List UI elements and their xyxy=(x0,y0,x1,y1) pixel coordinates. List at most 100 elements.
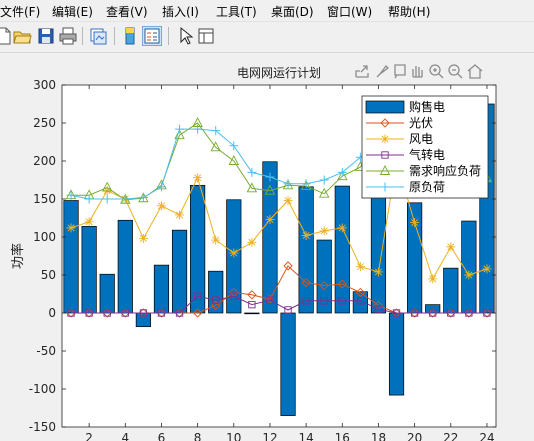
series-2-point-20 xyxy=(410,218,420,228)
data-tips-icon[interactable] xyxy=(394,64,406,79)
bar-17 xyxy=(352,291,368,314)
zoom-out-icon[interactable] xyxy=(448,64,463,79)
series-2-point-17 xyxy=(355,262,365,272)
bar-18 xyxy=(370,191,387,314)
series-2-point-22 xyxy=(446,242,456,252)
series-2-point-8 xyxy=(193,173,203,183)
bar-8 xyxy=(190,184,206,314)
pointer-icon[interactable] xyxy=(176,26,196,46)
y-tick-label: 200 xyxy=(33,154,56,168)
chart: -150-100-500501001502002503002 4 6 8 10 12 14 1… xyxy=(10,64,497,441)
x-tick-label: 24 xyxy=(479,431,494,441)
y-tick-label: 150 xyxy=(33,192,56,206)
bar-1 xyxy=(63,200,79,314)
series-2-point-2 xyxy=(84,217,94,227)
series-2-point-21 xyxy=(428,274,438,284)
y-tick-label: 300 xyxy=(33,78,56,92)
figure-toolbar xyxy=(0,22,534,53)
property-editor-icon[interactable] xyxy=(196,26,216,46)
series-2-point-13 xyxy=(283,196,293,206)
menu-insert[interactable]: 插入(I) xyxy=(162,3,199,20)
menu-tools[interactable]: 工具(T) xyxy=(216,3,257,20)
x-tick-label: 12 xyxy=(262,431,277,441)
series-2-point-15 xyxy=(319,226,329,236)
bar-13 xyxy=(280,312,296,416)
x-tick-label: 14 xyxy=(298,431,313,441)
export-icon[interactable] xyxy=(355,65,369,78)
series-2-point-9 xyxy=(211,235,221,245)
legend: 购售电光伏风电气转电需求响应负荷原负荷 xyxy=(361,95,489,199)
x-tick-label: 8 xyxy=(194,431,202,441)
bar-19 xyxy=(388,312,405,396)
bar-14 xyxy=(298,186,314,314)
legend-label: 需求响应负荷 xyxy=(409,163,481,178)
x-tick-label: 20 xyxy=(407,431,422,441)
brush-icon[interactable] xyxy=(376,65,389,78)
y-tick-label: 0 xyxy=(48,306,56,320)
open-folder-icon[interactable] xyxy=(12,26,32,46)
save-icon[interactable] xyxy=(36,26,56,46)
x-tick-label: 4 xyxy=(121,431,129,441)
legend-label: 购售电 xyxy=(409,99,445,114)
pan-hand-icon[interactable] xyxy=(412,66,423,78)
series-2-point-11 xyxy=(247,237,257,247)
menu-desktop[interactable]: 桌面(D) xyxy=(271,3,314,20)
print-icon[interactable] xyxy=(58,26,78,46)
series-2-point-7 xyxy=(175,210,185,220)
x-tick-label: 6 xyxy=(158,431,166,441)
bar-6 xyxy=(153,264,170,314)
bar-9 xyxy=(208,270,224,314)
y-tick-label: -150 xyxy=(29,420,56,434)
bar-3 xyxy=(99,273,115,314)
menu-help[interactable]: 帮助(H) xyxy=(388,3,430,20)
series-2-point-10 xyxy=(229,248,239,258)
bar-16 xyxy=(334,185,350,314)
series-2-point-16 xyxy=(337,223,347,233)
menu-view[interactable]: 查看(V) xyxy=(106,3,148,20)
series-2-point-14 xyxy=(301,230,311,240)
series-2-point-12 xyxy=(265,215,275,225)
legend-label: 原负荷 xyxy=(409,180,445,194)
bar-2 xyxy=(81,226,97,314)
bar-11 xyxy=(244,312,260,315)
series-2-point-5 xyxy=(138,234,148,244)
legend-label: 风电 xyxy=(409,132,433,146)
home-icon[interactable] xyxy=(467,64,483,79)
y-axis-label: 功率 xyxy=(10,243,26,269)
figure-canvas: -150 -100 -50 0 50 100 150 200 250 300 2 4 6 8 10 12 14 1… xyxy=(0,53,534,441)
y-tick-label: 50 xyxy=(41,268,56,282)
series-2-point-6 xyxy=(156,201,166,211)
chart-title: 电网网运行计划 xyxy=(237,66,321,80)
y-tick-label: -100 xyxy=(29,382,56,396)
menu-bar: 文件(F) 编辑(E) 查看(V) 插入(I) 工具(T) 桌面(D) 窗口(W… xyxy=(0,0,534,22)
colorbar-icon[interactable] xyxy=(120,26,140,46)
bar-22 xyxy=(443,267,459,314)
y-tick-label: 100 xyxy=(33,230,56,244)
x-tick-label: 22 xyxy=(443,431,458,441)
copy-figure-icon[interactable] xyxy=(88,26,108,46)
legend-label: 气转电 xyxy=(409,147,445,162)
axes-toolbar xyxy=(355,64,483,79)
menu-edit[interactable]: 编辑(E) xyxy=(52,3,93,20)
x-tick-label: 10 xyxy=(226,431,241,441)
bar-15 xyxy=(316,239,332,314)
series-2-point-23 xyxy=(464,270,474,280)
menu-file[interactable]: 文件(F) xyxy=(0,3,40,20)
x-tick-label: 18 xyxy=(371,431,386,441)
legend-swatch xyxy=(365,100,405,114)
legend-icon[interactable] xyxy=(142,26,162,46)
series-2-point-18 xyxy=(373,267,383,277)
bar-4 xyxy=(117,219,133,314)
series-2-point-24 xyxy=(482,264,492,274)
legend-marker xyxy=(380,134,390,144)
zoom-in-icon[interactable] xyxy=(429,64,444,79)
x-tick-label: 2 xyxy=(85,431,93,441)
y-tick-label: -50 xyxy=(36,344,56,358)
menu-window[interactable]: 窗口(W) xyxy=(327,3,372,20)
bar-5 xyxy=(135,312,151,328)
bar-7 xyxy=(171,229,188,314)
x-tick-label: 16 xyxy=(335,431,350,441)
series-2-point-1 xyxy=(66,223,76,233)
legend-label: 光伏 xyxy=(409,116,433,130)
y-tick-label: 250 xyxy=(33,116,56,130)
